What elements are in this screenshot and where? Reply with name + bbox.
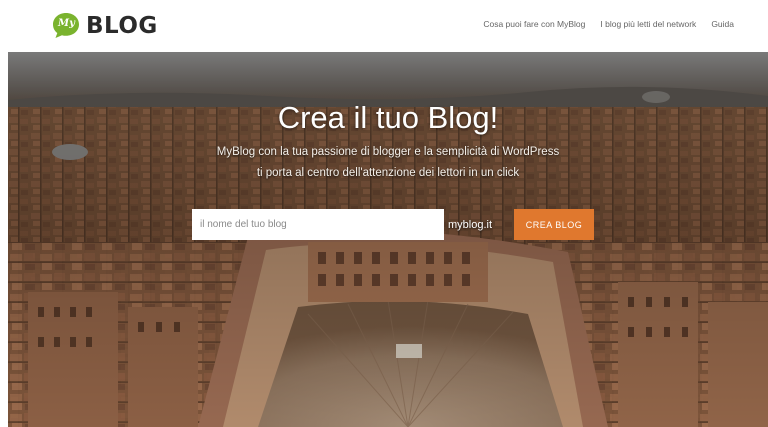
site-header: My BLOG Cosa puoi fare con MyBlog I blog… [0, 0, 768, 52]
hero-title: Crea il tuo Blog! [277, 100, 499, 135]
hero-banner: Crea il tuo Blog! MyBlog con la tua pass… [8, 52, 768, 427]
hero-subtitle-line-2: ti porta al centro dell'attenzione dei l… [256, 167, 520, 179]
blog-name-input[interactable] [192, 209, 444, 240]
site-logo[interactable]: My BLOG [52, 12, 158, 39]
logo-badge-text: My [58, 18, 75, 29]
nav-link-guide[interactable]: Guida [711, 19, 734, 29]
nav-link-features[interactable]: Cosa puoi fare con MyBlog [483, 19, 585, 29]
create-blog-button[interactable]: CREA BLOG [514, 209, 595, 240]
blog-signup-form: myblog.it CREA BLOG [192, 209, 595, 240]
nav-link-popular-blogs[interactable]: I blog più letti del network [600, 19, 696, 29]
speech-bubble-logo-icon: My [52, 12, 80, 39]
hero-subtitle-line-1: MyBlog con la tua passione di blogger e … [216, 146, 560, 158]
domain-suffix-label: myblog.it [448, 218, 493, 231]
top-nav: Cosa puoi fare con MyBlog I blog più let… [468, 19, 734, 29]
logo-wordmark: BLOG [86, 12, 158, 39]
